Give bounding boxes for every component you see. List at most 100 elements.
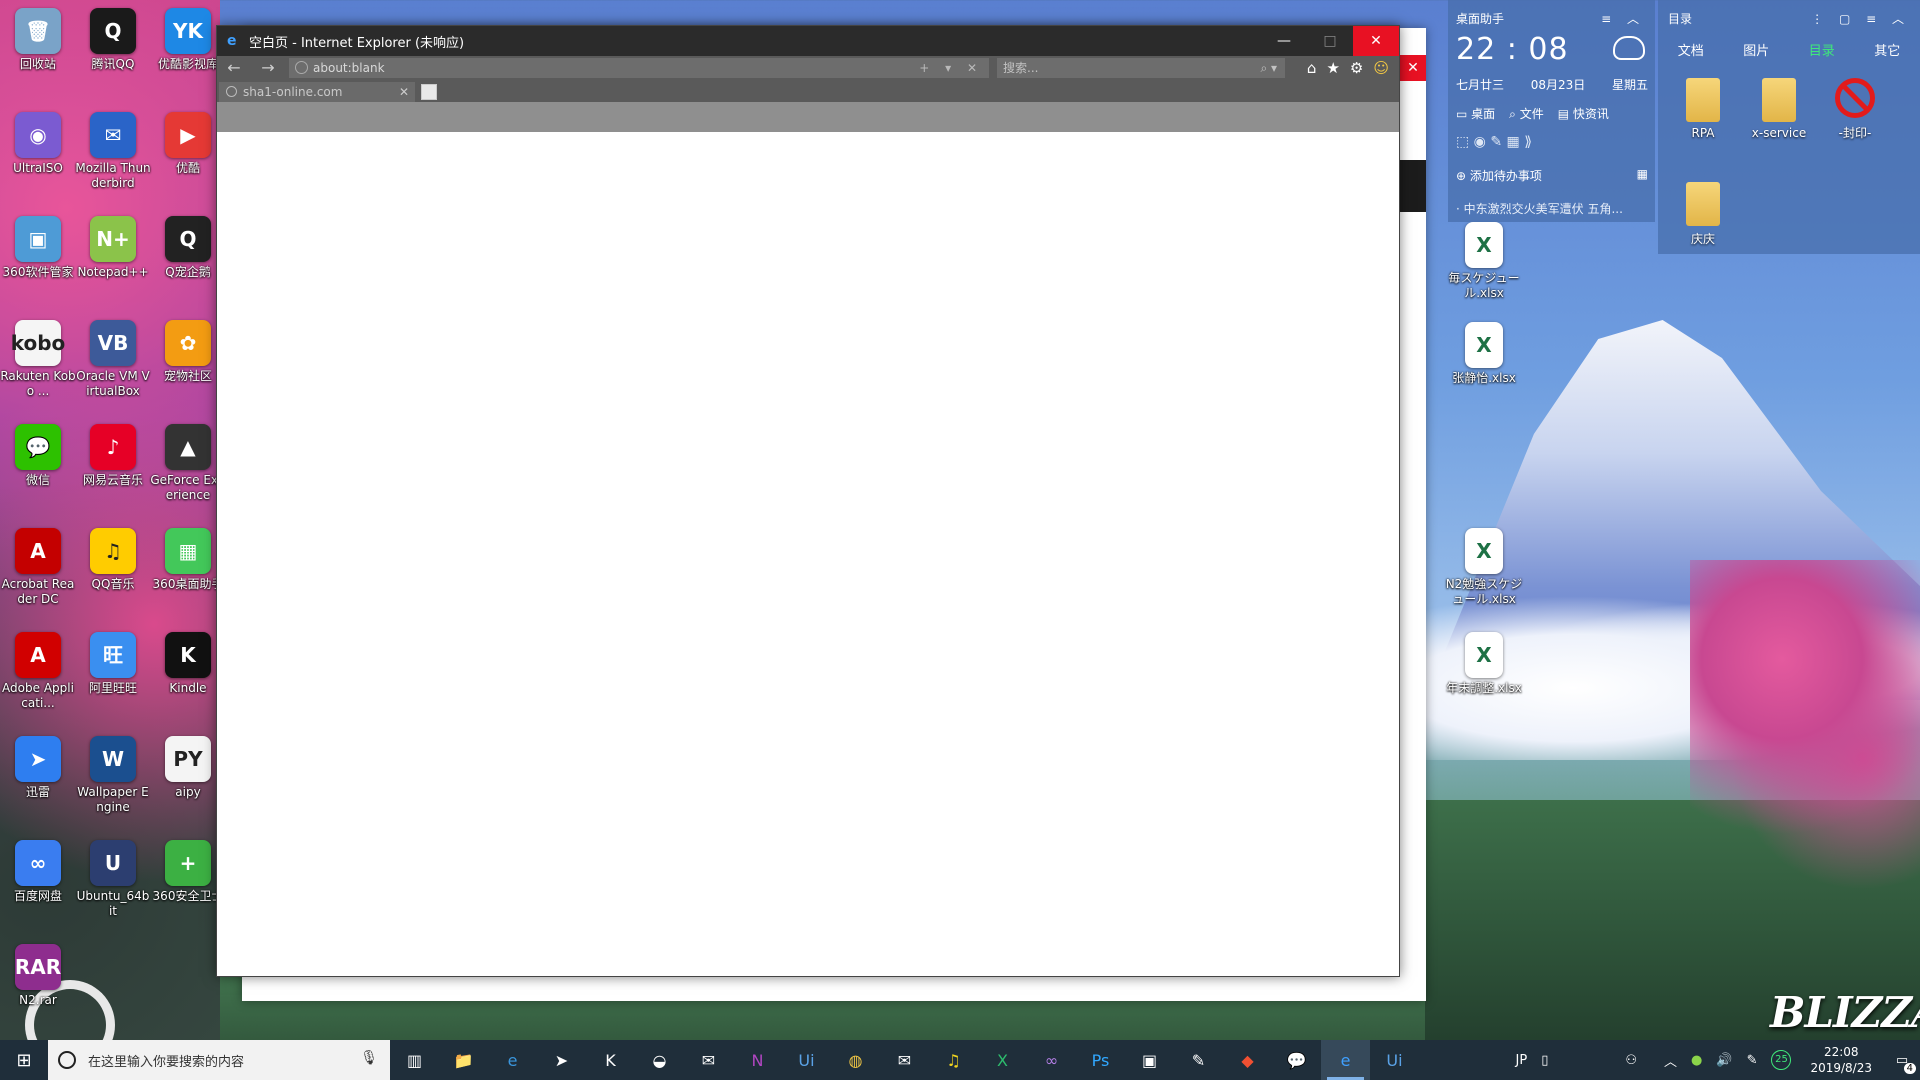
taskbar-onenote-icon[interactable]: N <box>733 1040 782 1080</box>
desktop-icon[interactable]: ▶ 优酷 <box>150 112 226 176</box>
desktop-icon[interactable]: N+ Notepad++ <box>75 216 151 280</box>
minimize-button[interactable]: — <box>1261 26 1307 56</box>
taskbar-android-icon[interactable]: ◒ <box>635 1040 684 1080</box>
tab-other[interactable]: 其它 <box>1874 40 1900 59</box>
assistant-tool-icons[interactable]: ⬚ ◉ ✎ ▦ ⟫ <box>1456 134 1648 150</box>
search-icon[interactable]: ⌕ ▾ <box>1260 58 1277 78</box>
taskbar-wechat-icon[interactable]: 💬 <box>1272 1040 1321 1080</box>
add-todo-button[interactable]: ⊕ 添加待办事项 ▦ <box>1456 167 1648 184</box>
taskbar-excel-icon[interactable]: X <box>978 1040 1027 1080</box>
start-button[interactable]: ⊞ <box>0 1040 48 1080</box>
desktop-icon[interactable]: ▲ GeForce Experience <box>150 424 226 503</box>
catalog-item-sealed[interactable]: -封印- <box>1820 78 1890 141</box>
maximize-button[interactable]: □ <box>1307 26 1353 56</box>
desktop-icon[interactable]: RAR N2.rar <box>0 944 76 1008</box>
desktop-icon[interactable]: U Ubuntu_64bit <box>75 840 151 919</box>
taskbar-remote-icon[interactable]: ▣ <box>1125 1040 1174 1080</box>
address-tools-icon[interactable]: + ▾ ✕ <box>919 58 983 78</box>
desktop-icon[interactable]: Q 腾讯QQ <box>75 8 151 72</box>
desktop-icon[interactable]: ✉ Mozilla Thunderbird <box>75 112 151 191</box>
desktop-icon[interactable]: K Kindle <box>150 632 226 696</box>
favorites-icon[interactable]: ★ <box>1326 59 1339 77</box>
taskbar-task-view-icon[interactable]: ▥ <box>390 1040 439 1080</box>
background-close-icon[interactable]: ✕ <box>1400 55 1426 81</box>
taskbar-qqmusic-icon[interactable]: ♫ <box>929 1040 978 1080</box>
quick-news-button[interactable]: ▤ 快资讯 <box>1558 105 1609 122</box>
desktop-icon[interactable]: ♫ QQ音乐 <box>75 528 151 592</box>
settings-icon[interactable]: ⚙ <box>1350 59 1363 77</box>
excel-file-icon[interactable]: X 年末調整.xlsx <box>1444 632 1524 696</box>
page-content[interactable] <box>217 132 1399 976</box>
taskbar-photoshop-icon[interactable]: Ps <box>1076 1040 1125 1080</box>
desktop-icon[interactable]: A Adobe Applicati... <box>0 632 76 711</box>
ime-mode-icon[interactable]: ▯ <box>1541 1053 1548 1068</box>
excel-file-icon[interactable]: X 张静怡.xlsx <box>1444 322 1524 386</box>
desktop-icon[interactable]: A Acrobat Reader DC <box>0 528 76 607</box>
desktop-icon[interactable]: PY aipy <box>150 736 226 800</box>
address-bar[interactable]: about:blank + ▾ ✕ <box>289 58 989 78</box>
news-ticker[interactable]: · 中东激烈交火美军遭伏 五角... <box>1456 200 1648 217</box>
catalog-item-rpa[interactable]: RPA <box>1668 78 1738 140</box>
forward-button[interactable]: → <box>251 56 285 80</box>
360-tray-icon[interactable]: ● <box>1691 1053 1702 1068</box>
search-input[interactable]: 搜索... ⌕ ▾ <box>997 58 1285 78</box>
microphone-icon[interactable]: 🎙 <box>360 1050 378 1066</box>
tab-documents[interactable]: 文档 <box>1678 40 1704 59</box>
excel-file-icon[interactable]: X N2勉強スケジュール.xlsx <box>1444 528 1524 607</box>
back-button[interactable]: ← <box>217 56 251 80</box>
qr-code-icon[interactable]: ▦ <box>1637 167 1648 181</box>
desktop-icon[interactable]: YK 优酷影视库 <box>150 8 226 72</box>
desktop-icon[interactable]: 🗑 回收站 <box>0 8 76 72</box>
desktop-icon[interactable]: kobo Rakuten Kobo ... <box>0 320 76 399</box>
desktop-icon[interactable]: Q Q宠企鹅 <box>150 216 226 280</box>
taskbar-kindle-icon[interactable]: K <box>586 1040 635 1080</box>
taskbar-git-icon[interactable]: ◆ <box>1223 1040 1272 1080</box>
desktop-icon[interactable]: 旺阿里旺旺 <box>75 632 151 696</box>
assistant-menu-icon[interactable]: ≡ ︿ <box>1601 10 1645 27</box>
desktop-icon[interactable]: W Wallpaper Engine <box>75 736 151 815</box>
catalog-menu-icon[interactable]: ⋮ ▢ ≡ ︿ <box>1811 10 1910 27</box>
taskbar-xunlei-icon[interactable]: ➤ <box>537 1040 586 1080</box>
taskbar-clock[interactable]: 22:08 2019/8/23 <box>1810 1044 1872 1076</box>
quick-files-button[interactable]: ⌕ 文件 <box>1509 105 1544 122</box>
desktop-icon[interactable]: ▣ 360软件管家 <box>0 216 76 280</box>
volume-icon[interactable]: 🔊 <box>1716 1053 1732 1068</box>
feedback-smile-icon[interactable]: ☺ <box>1373 59 1389 77</box>
desktop-icon[interactable]: ♪ 网易云音乐 <box>75 424 151 488</box>
pen-icon[interactable]: ✎ <box>1747 1053 1758 1068</box>
show-hidden-icons[interactable]: ︿ <box>1664 1051 1677 1070</box>
desktop-icon[interactable]: ▦ 360桌面助手 <box>150 528 226 592</box>
desktop-icon[interactable]: 💬 微信 <box>0 424 76 488</box>
taskbar-edge-icon[interactable]: e <box>488 1040 537 1080</box>
catalog-item-x-service[interactable]: x-service <box>1744 78 1814 140</box>
taskbar-uipath-icon[interactable]: Ui <box>782 1040 831 1080</box>
people-icon[interactable]: ⚇ <box>1625 1053 1637 1068</box>
taskbar-search[interactable]: 在这里输入你要搜索的内容 🎙 <box>48 1040 390 1080</box>
desktop-icon[interactable]: ◉ UltraISO <box>0 112 76 176</box>
taskbar-uipath-studio-icon[interactable]: Ui <box>1370 1040 1419 1080</box>
taskbar-ie-icon[interactable]: e <box>1321 1040 1370 1080</box>
taskbar-paint-icon[interactable]: ✎ <box>1174 1040 1223 1080</box>
taskbar-visual-studio-icon[interactable]: ∞ <box>1027 1040 1076 1080</box>
quick-desktop-button[interactable]: ▭ 桌面 <box>1456 105 1495 122</box>
taskbar-mail-icon[interactable]: ✉ <box>880 1040 929 1080</box>
tray-badge-icon[interactable]: 25 <box>1771 1050 1792 1070</box>
new-tab-button[interactable] <box>421 84 437 100</box>
close-button[interactable]: ✕ <box>1353 26 1399 56</box>
taskbar-thunderbird-icon[interactable]: ✉ <box>684 1040 733 1080</box>
tab-sha1-online[interactable]: sha1-online.com ✕ <box>219 82 415 102</box>
notification-center-button[interactable]: ▭ 4 <box>1884 1040 1920 1080</box>
tab-close-icon[interactable]: ✕ <box>399 82 409 102</box>
desktop-icon[interactable]: ✿ 宠物社区 <box>150 320 226 384</box>
tab-pictures[interactable]: 图片 <box>1743 40 1769 59</box>
desktop-icon[interactable]: VB Oracle VM VirtualBox <box>75 320 151 399</box>
home-icon[interactable]: ⌂ <box>1307 59 1317 77</box>
tab-directory[interactable]: 目录 <box>1809 40 1835 59</box>
excel-file-icon[interactable]: X 毎スケジュール.xlsx <box>1444 222 1524 301</box>
desktop-icon[interactable]: ∞ 百度网盘 <box>0 840 76 904</box>
desktop-icon[interactable]: ➤ 迅雷 <box>0 736 76 800</box>
ime-indicator[interactable]: JP <box>1516 1053 1528 1068</box>
taskbar-chrome-icon[interactable]: ◍ <box>831 1040 880 1080</box>
catalog-item-qingqing[interactable]: 庆庆 <box>1668 182 1738 247</box>
taskbar-file-explorer-icon[interactable]: 📁 <box>439 1040 488 1080</box>
